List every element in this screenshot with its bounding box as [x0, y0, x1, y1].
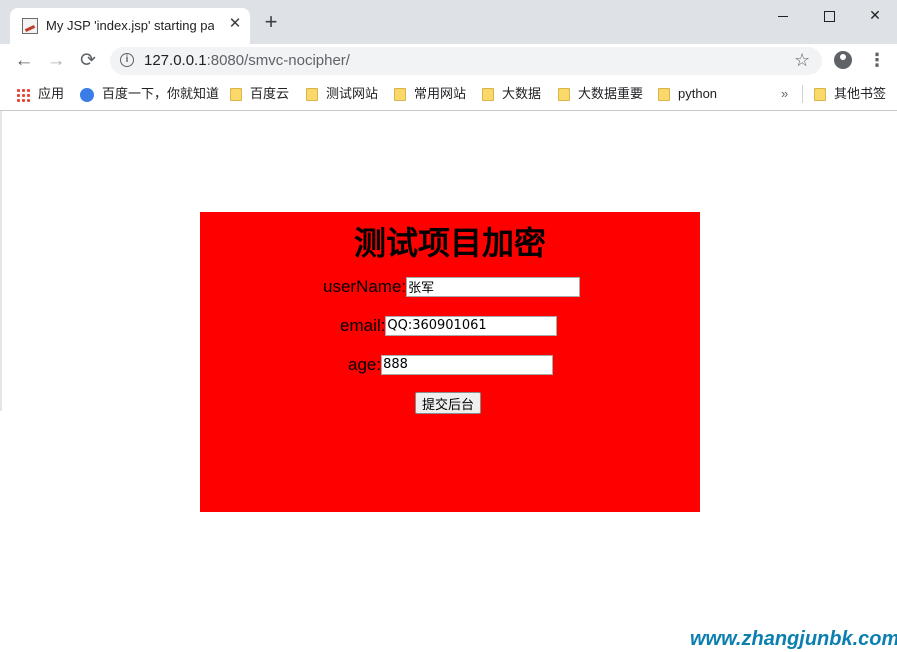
age-row: age: [348, 354, 554, 376]
bookmark-star-icon[interactable]: ☆ [794, 50, 810, 71]
username-row: userName: [323, 276, 581, 298]
baidu-icon [80, 87, 94, 102]
close-window-button[interactable]: ✕ [852, 0, 897, 30]
folder-icon [306, 88, 318, 102]
url-text[interactable]: 127.0.0.1:8080/smvc-nocipher/ [144, 52, 350, 69]
tab-close-icon[interactable]: ✕ [226, 15, 244, 33]
folder-icon [558, 88, 570, 102]
address-bar[interactable]: i 127.0.0.1:8080/smvc-nocipher/ ☆ [110, 47, 822, 75]
folder-icon [658, 88, 670, 102]
title-bar: My JSP 'index.jsp' starting pag ✕ + ✕ [0, 0, 897, 44]
folder-icon [482, 88, 494, 102]
bookmark-label: 百度云 [250, 86, 290, 101]
bookmark-label: 常用网站 [414, 86, 467, 101]
back-button[interactable]: ← [12, 49, 36, 73]
bookmark-label: 应用 [38, 86, 65, 101]
form-panel: 测试项目加密 userName: email: age: 提交后台 [200, 212, 700, 512]
browser-tab[interactable]: My JSP 'index.jsp' starting pag ✕ [10, 8, 250, 44]
bookmark-folder-common-sites[interactable]: 常用网站 [394, 86, 466, 104]
profile-icon[interactable] [834, 51, 852, 69]
maximize-button[interactable] [806, 0, 852, 30]
reload-button[interactable]: ⟳ [76, 49, 100, 73]
browser-menu-icon[interactable]: ⋮ [868, 49, 886, 71]
bookmark-baidu[interactable]: 百度一下，你就知道 [80, 86, 219, 104]
email-row: email: [340, 315, 558, 337]
bookmark-label: 百度一下，你就知道 [102, 86, 220, 101]
age-label: age: [348, 354, 382, 374]
bookmark-label: 测试网站 [326, 86, 379, 101]
bookmark-label: 其他书签 [834, 86, 887, 101]
bookmark-label: python [678, 86, 718, 101]
bookmark-label: 大数据 [502, 86, 542, 101]
folder-icon [230, 88, 242, 102]
apps-icon [16, 87, 30, 102]
maximize-icon [823, 10, 835, 22]
bookmark-folder-bigdata[interactable]: 大数据 [482, 86, 541, 104]
forward-button[interactable]: → [44, 49, 68, 73]
page-title: 测试项目加密 [353, 224, 546, 262]
username-input[interactable] [406, 276, 581, 297]
email-input[interactable] [385, 315, 558, 336]
age-input[interactable] [381, 354, 554, 375]
bookmarks-divider [802, 85, 803, 103]
bookmark-folder-python[interactable]: python [658, 86, 717, 104]
bookmarks-bar: 应用 百度一下，你就知道 百度云 测试网站 常用网站 大数据 大数据重要 pyt… [0, 78, 897, 111]
bookmark-folder-test-sites[interactable]: 测试网站 [306, 86, 378, 104]
bookmark-label: 大数据重要 [578, 86, 644, 101]
bookmark-folder-baiduyun[interactable]: 百度云 [230, 86, 289, 104]
url-path: :8080/smvc-nocipher/ [206, 52, 350, 69]
site-info-icon[interactable]: i [120, 53, 134, 67]
bookmark-folder-other[interactable]: 其他书签 [814, 86, 886, 104]
bookmark-folder-bigdata-important[interactable]: 大数据重要 [558, 86, 643, 104]
minimize-icon [778, 15, 788, 17]
bookmarks-overflow-chevron-icon[interactable]: » [781, 86, 788, 101]
folder-icon [394, 88, 406, 102]
folder-icon [814, 88, 826, 102]
page-favicon-icon [22, 18, 38, 34]
username-label: userName: [323, 276, 407, 296]
submit-button[interactable]: 提交后台 [415, 392, 482, 414]
tab-title: My JSP 'index.jsp' starting pag [46, 18, 214, 33]
browser-toolbar: ← → ⟳ i 127.0.0.1:8080/smvc-nocipher/ ☆ [0, 44, 897, 78]
email-label: email: [340, 315, 386, 335]
new-tab-button[interactable]: + [260, 11, 282, 34]
url-host: 127.0.0.1 [144, 52, 207, 69]
watermark-text: www.zhangjunbk.com [690, 628, 897, 650]
minimize-button[interactable] [760, 0, 806, 30]
bookmark-apps[interactable]: 应用 [16, 86, 64, 104]
page-edge [0, 111, 2, 411]
